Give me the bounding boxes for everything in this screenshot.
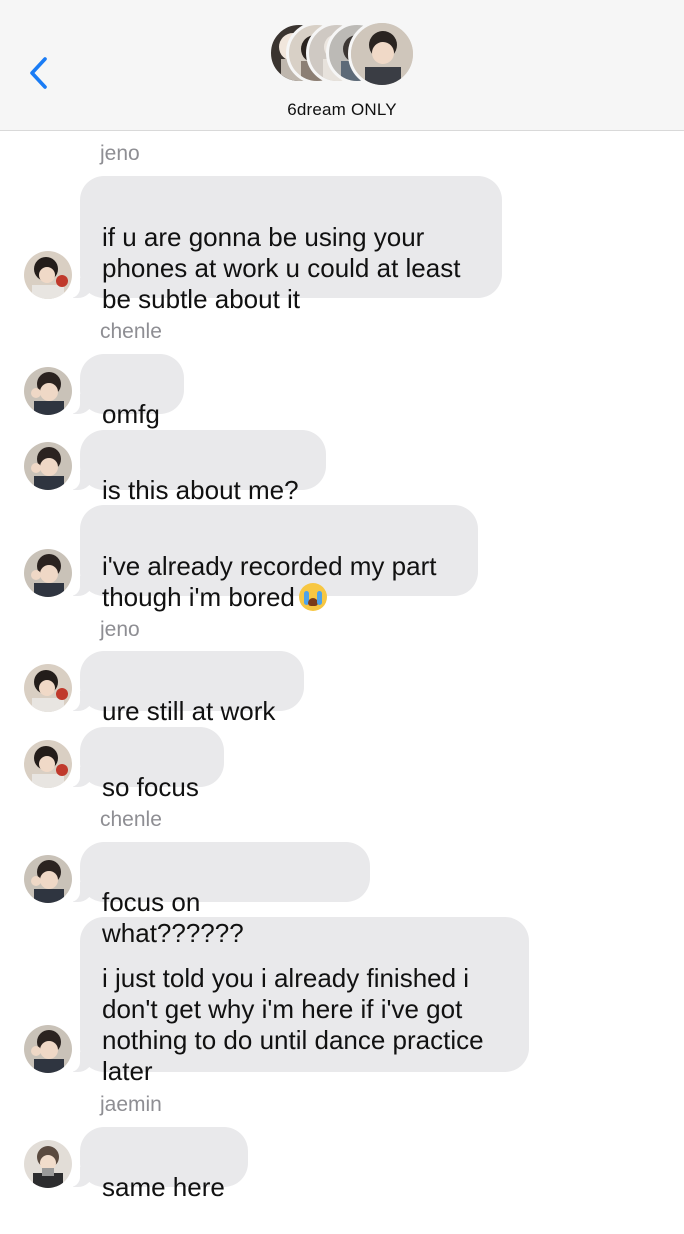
avatar-chenle	[24, 549, 72, 597]
message-text: is this about me?	[102, 475, 299, 505]
group-member-avatar	[348, 20, 416, 88]
message-bubble[interactable]: so focus	[69, 727, 224, 802]
message-bubble[interactable]: same here	[69, 1127, 248, 1202]
group-name[interactable]: 6dream ONLY	[0, 100, 684, 120]
avatar-jeno	[24, 251, 72, 299]
sender-name: chenle	[100, 808, 162, 831]
sender-name: jeno	[100, 142, 140, 165]
message-bubble[interactable]: is this about me?	[69, 430, 326, 505]
sender-name: jaemin	[100, 1093, 162, 1116]
avatar-chenle	[24, 855, 72, 903]
loudly-crying-face-icon	[298, 583, 327, 611]
group-avatar-stack[interactable]	[268, 20, 418, 90]
avatar-jeno	[24, 664, 72, 712]
message-text: focus on what??????	[102, 887, 244, 948]
message-bubble[interactable]: i've already recorded my part though i'm…	[69, 505, 478, 612]
avatar-jeno	[24, 740, 72, 788]
message-text: so focus	[102, 772, 199, 802]
avatar-jaemin	[24, 1140, 72, 1188]
avatar-chenle	[24, 1025, 72, 1073]
message-bubble[interactable]: focus on what??????	[69, 842, 370, 948]
avatar-chenle	[24, 442, 72, 490]
message-bubble[interactable]: omfg	[69, 354, 184, 429]
message-text: if u are gonna be using your phones at w…	[102, 222, 461, 314]
message-text: i just told you i already finished i don…	[102, 963, 484, 1086]
back-button[interactable]	[24, 56, 56, 90]
conversation-header: 6dream ONLY	[0, 0, 684, 131]
message-bubble[interactable]: ure still at work	[69, 651, 304, 726]
message-text: omfg	[102, 399, 160, 429]
sender-name: jeno	[100, 618, 140, 641]
message-bubble[interactable]: if u are gonna be using your phones at w…	[69, 176, 502, 314]
chevron-left-icon	[30, 57, 47, 89]
message-text: ure still at work	[102, 696, 276, 726]
message-text: i've already recorded my part though i'm…	[102, 551, 437, 612]
message-text: same here	[102, 1172, 225, 1202]
sender-name: chenle	[100, 320, 162, 343]
avatar-chenle	[24, 367, 72, 415]
